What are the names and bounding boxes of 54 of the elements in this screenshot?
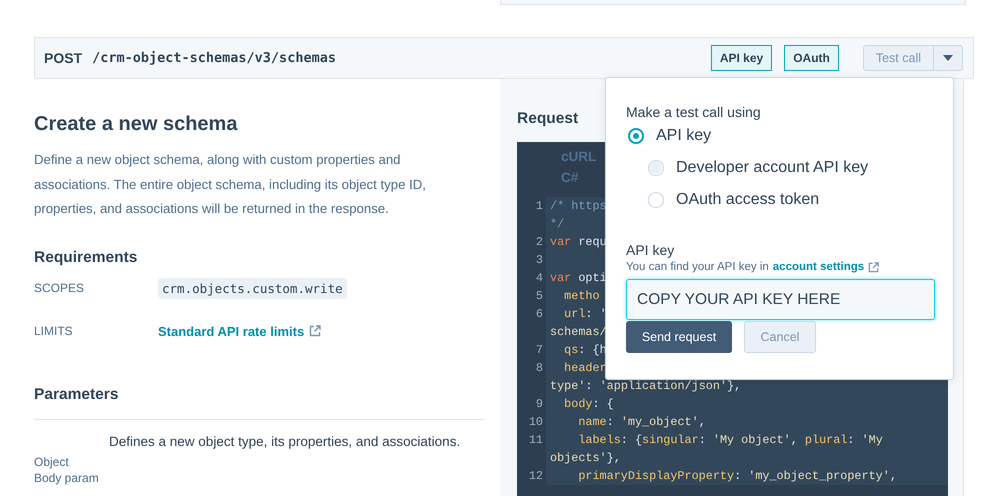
endpoint-path: /crm-object-schemas/v3/schemas <box>92 50 336 66</box>
line-number: 1 <box>536 199 543 213</box>
popover-heading: Make a test call using <box>626 104 762 120</box>
send-request-button[interactable]: Send request <box>626 321 732 353</box>
radio-label[interactable]: Developer account API key <box>676 159 868 177</box>
line-number: 9 <box>536 397 543 411</box>
radio-label[interactable]: API key <box>656 127 712 145</box>
description: Define a new object schema, along with custom properties and associations. The entire object schema, including its object type ID, properties, and associations will be returned in the response. <box>34 151 427 218</box>
requirement-label: LIMITS <box>34 324 74 338</box>
line-number: 4 <box>536 271 543 285</box>
account-settings-link[interactable]: account settings <box>772 261 864 273</box>
parameter-description: Defines a new object type, its properties, and associations. <box>109 434 462 448</box>
parameter-location: Body param <box>34 470 100 484</box>
code-line: url: ' <box>563 307 607 321</box>
code-line: /* https <box>550 199 607 213</box>
line-number: 10 <box>528 415 543 429</box>
auth-tag: OAuth <box>784 45 839 71</box>
rate-limits-link[interactable]: Standard API rate limits <box>158 324 304 338</box>
code-line: primaryDisplayProperty: 'my_object_property', <box>577 469 897 483</box>
language-tab[interactable]: C# <box>561 170 578 185</box>
section-heading: Requirements <box>34 248 138 266</box>
line-number: 12 <box>528 469 543 483</box>
api-key-field[interactable]: COPY YOUR API KEY HERE <box>626 279 935 320</box>
scope-code: crm.objects.custom.write <box>158 278 347 298</box>
line-number: 7 <box>536 343 543 357</box>
parameter-type: Object <box>34 454 70 468</box>
hint-text: You can find your API key in <box>626 261 769 273</box>
line-number: 3 <box>536 253 543 267</box>
radio-label[interactable]: OAuth access token <box>676 191 820 209</box>
code-line: body: { <box>563 397 614 411</box>
line-number: 2 <box>536 235 543 249</box>
http-method: POST <box>44 50 82 66</box>
code-line: name: 'my_object', <box>577 415 706 429</box>
test-call-button[interactable]: Test call <box>862 45 963 71</box>
requirement-label: SCOPES <box>34 281 86 295</box>
code-line: objects'}, <box>550 451 621 465</box>
auth-tag: API key <box>710 45 772 71</box>
line-number: 6 <box>536 307 543 321</box>
code-line: labels: {singular: 'My object', plural: 'My <box>577 433 883 447</box>
code-line: type': 'application/json'}, <box>550 379 742 393</box>
code-line: */ <box>550 217 564 231</box>
cancel-button[interactable]: Cancel <box>744 321 816 353</box>
section-title: Create a new schema <box>34 113 239 136</box>
section-heading: Request <box>517 110 578 128</box>
line-number: 11 <box>528 433 543 447</box>
field-label: API key <box>626 242 676 258</box>
code-line: metho <box>563 289 600 303</box>
section-heading: Parameters <box>34 386 120 404</box>
language-tab[interactable]: cURL <box>561 149 596 164</box>
code-line: schemas/ <box>550 325 607 339</box>
line-number: 5 <box>536 289 543 303</box>
line-number: 8 <box>536 361 543 375</box>
code-line: header <box>563 361 607 375</box>
code-line: var opti <box>550 271 607 285</box>
